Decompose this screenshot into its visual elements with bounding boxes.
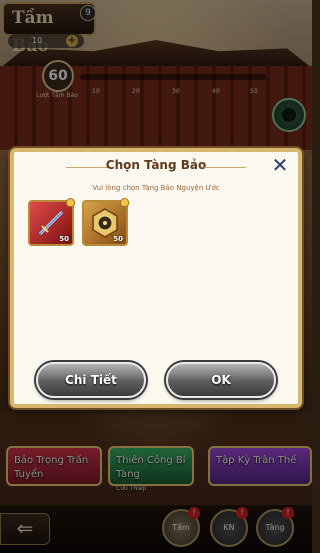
favorite-pin-icon (66, 198, 75, 207)
treasure-item-sword[interactable]: 50 (28, 198, 75, 246)
treasure-item-compass[interactable]: 50 (82, 198, 129, 246)
title-divider-right (204, 167, 246, 168)
dialog-title: Chọn Tàng Bảo (105, 158, 207, 172)
close-button[interactable]: ✕ (270, 155, 290, 176)
item-quantity: 50 (59, 235, 69, 243)
ok-button[interactable]: OK (166, 362, 276, 398)
choose-treasure-dialog: Chọn Tàng Bảo ✕ Vui lòng chọn Tàng Bảo N… (10, 148, 302, 408)
favorite-pin-icon (120, 198, 129, 207)
item-quantity: 50 (113, 235, 123, 243)
dialog-instruction: Vui lòng chọn Tàng Bảo Nguyện Ước (92, 184, 220, 192)
detail-button[interactable]: Chi Tiết (36, 362, 146, 398)
